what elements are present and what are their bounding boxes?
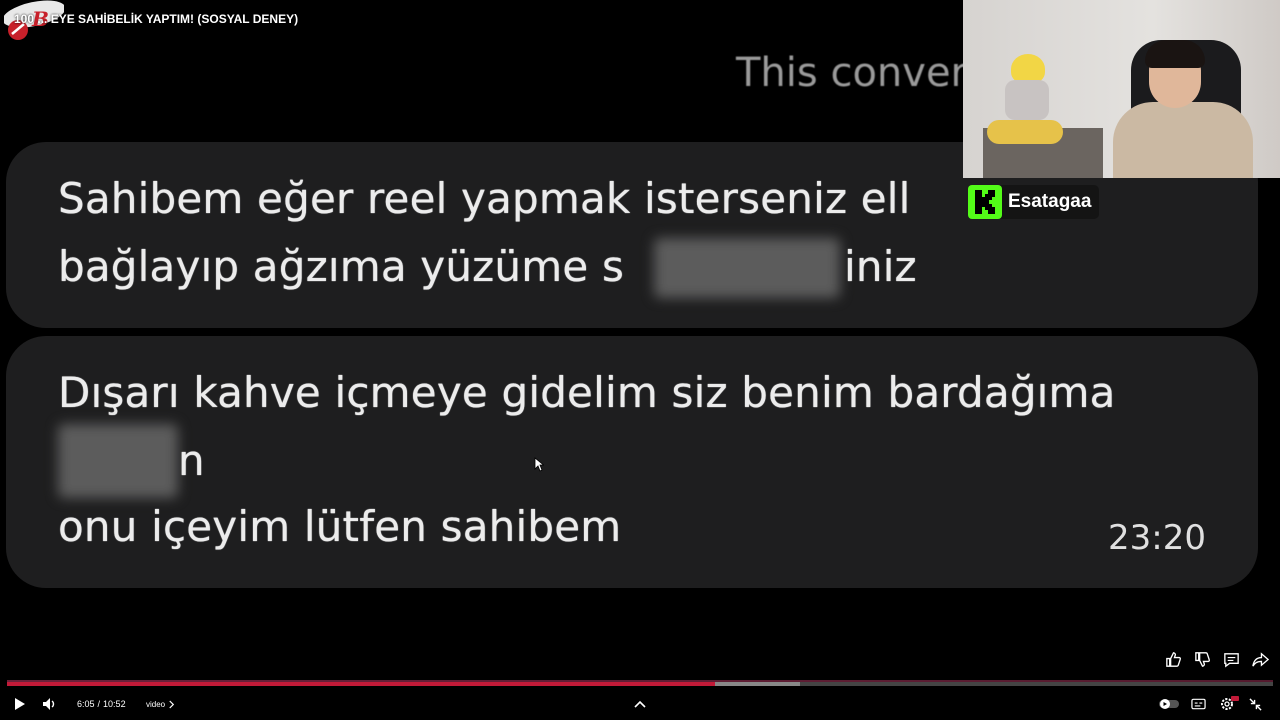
streamer-name: Esatagaa [1008, 191, 1092, 212]
webcam-overlay [963, 0, 1280, 178]
exit-fullscreen-icon [1249, 697, 1262, 711]
message-line: bağlayıp ağzıma yüzüme s [58, 242, 625, 291]
volume-button[interactable] [42, 688, 58, 720]
conversation-header: This conver [736, 50, 967, 96]
video-title[interactable]: 100 ... EYE SAHİBELİK YAPTIM! (SOSYAL DE… [14, 12, 298, 26]
thumbs-up-icon[interactable] [1164, 650, 1183, 669]
progress-bar[interactable] [7, 682, 1273, 686]
kick-logo-icon [968, 185, 1002, 219]
time-total: 10:52 [103, 699, 126, 709]
message-bubble: Dışarı kahve içmeye gidelim siz benim ba… [6, 336, 1258, 588]
streamer-badge: Esatagaa [968, 185, 1100, 219]
play-icon [15, 698, 25, 710]
streamer-hair [1145, 40, 1205, 68]
censor-blur [654, 238, 840, 298]
autoplay-toggle[interactable] [1158, 688, 1180, 720]
mouse-cursor-icon [534, 457, 544, 472]
plush-toy [987, 120, 1063, 144]
censor-blur [58, 424, 178, 498]
chapter-label: video [146, 699, 166, 709]
message-line: Sahibem eğer reel yapmak isterseniz ell [58, 174, 911, 223]
volume-icon [43, 698, 55, 710]
captions-button[interactable] [1191, 688, 1206, 720]
thumbs-down-icon[interactable] [1193, 650, 1212, 669]
chevron-up-icon [634, 700, 646, 708]
streamer-body [1113, 102, 1253, 178]
share-icon[interactable] [1251, 650, 1270, 669]
progress-played [7, 682, 715, 686]
time-current: 6:05 [77, 699, 95, 709]
chevron-right-icon [169, 700, 175, 708]
expand-button[interactable] [634, 688, 646, 720]
play-button[interactable] [12, 688, 26, 720]
autoplay-toggle-icon [1159, 699, 1179, 709]
message-timestamp: 23:20 [1108, 518, 1206, 558]
message-line: n [178, 436, 205, 485]
settings-button[interactable] [1219, 688, 1239, 720]
message-line: Dışarı kahve içmeye gidelim siz benim ba… [58, 368, 1116, 417]
chapter-button[interactable]: video [146, 688, 175, 720]
message-line: onu içeyim lütfen sahibem [58, 502, 622, 551]
captions-icon [1191, 698, 1206, 710]
plush-toy [1005, 80, 1049, 120]
time-display: 6:05 / 10:52 [77, 688, 126, 720]
message-line: iniz [844, 242, 917, 291]
settings-icon [1221, 696, 1239, 710]
video-actions [1164, 650, 1270, 669]
progress-buffered [714, 682, 800, 686]
exit-fullscreen-button[interactable] [1249, 688, 1262, 720]
player-controls: 6:05 / 10:52 video [0, 688, 1280, 720]
time-separator: / [97, 699, 101, 709]
comment-icon[interactable] [1222, 650, 1241, 669]
